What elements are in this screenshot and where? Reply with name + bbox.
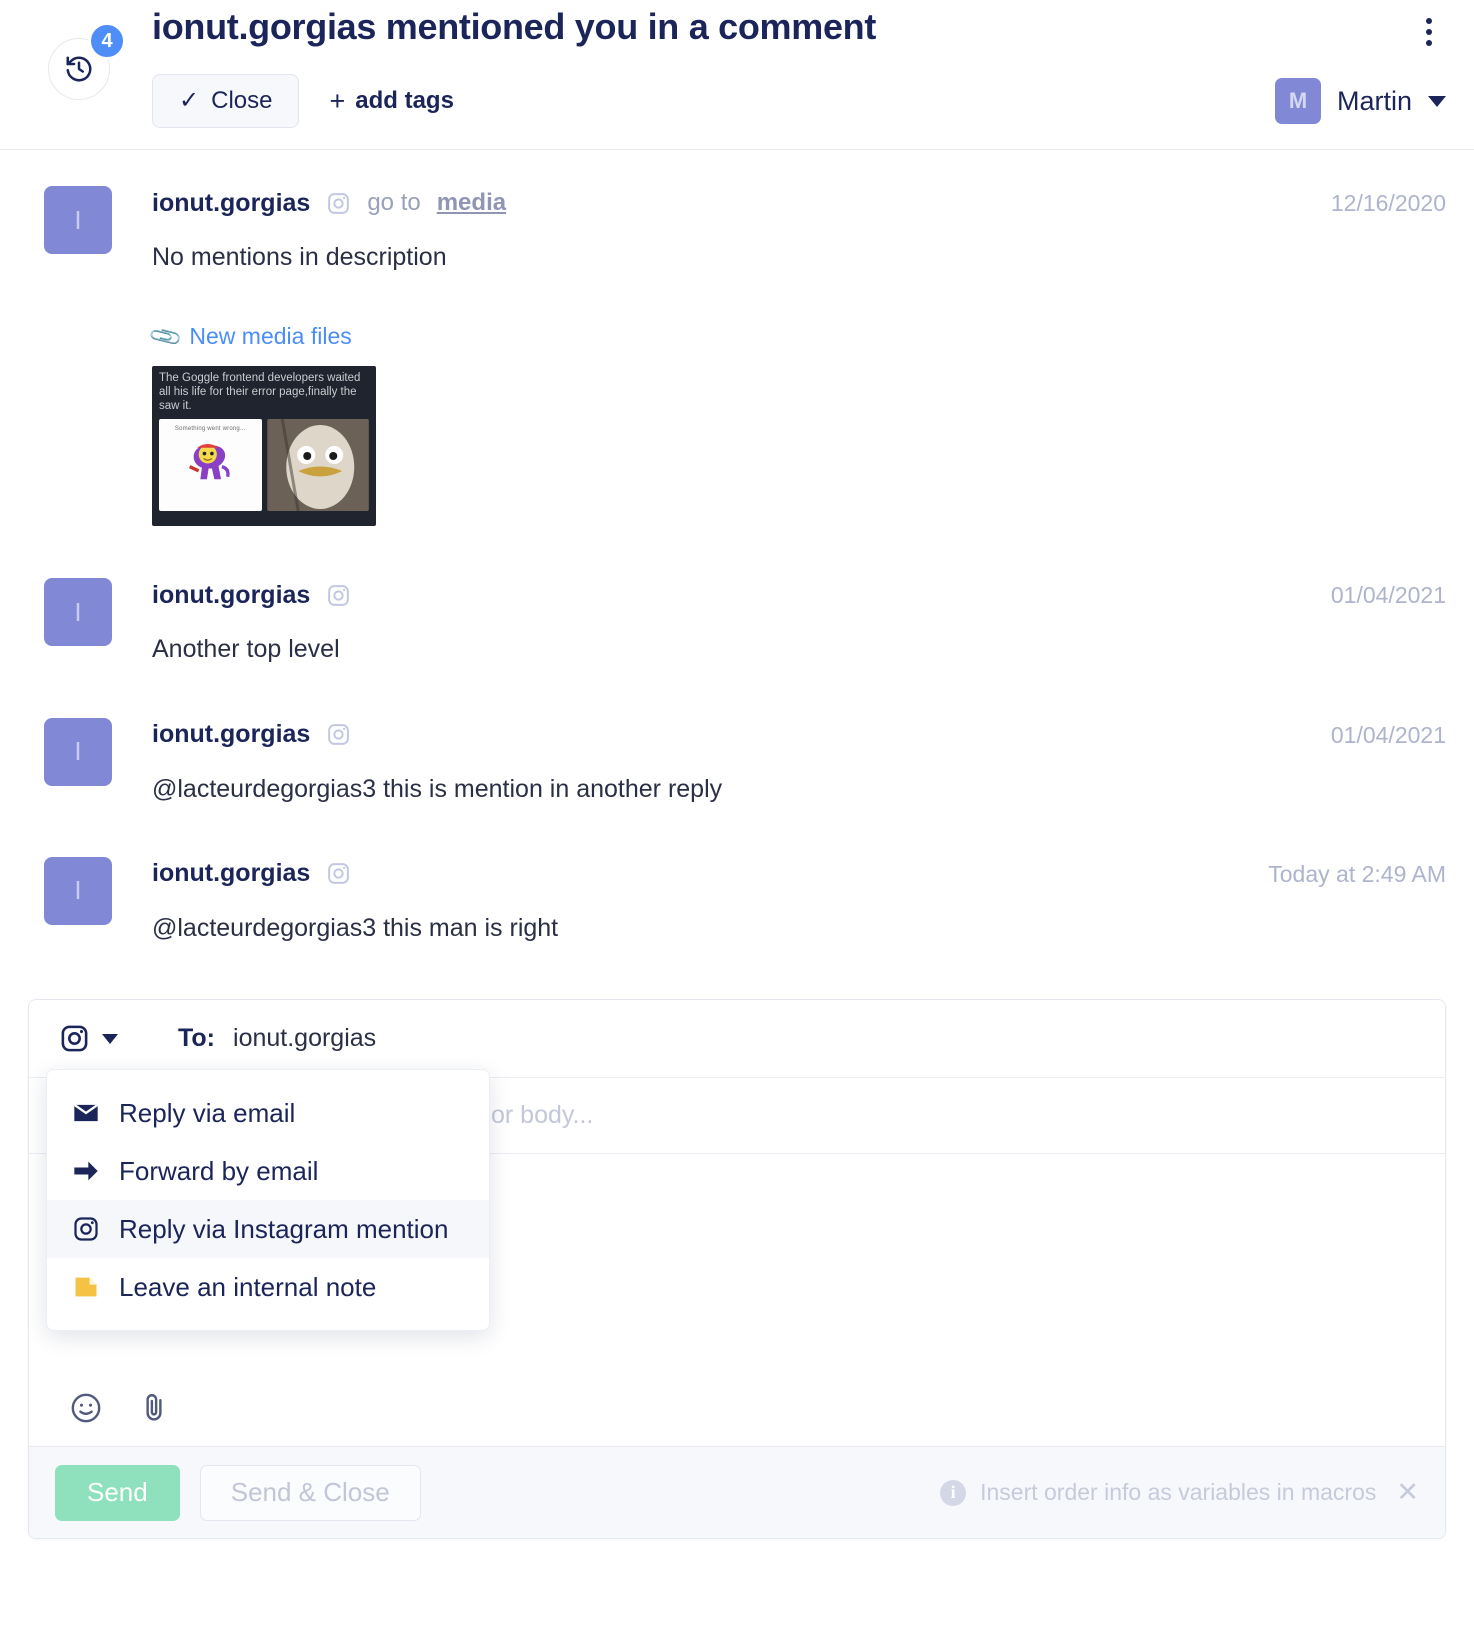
message-text: @lacteurdegorgias3 this man is right <box>152 913 559 942</box>
avatar: I <box>44 186 112 254</box>
menu-item-forward-by-email[interactable]: Forward by email <box>47 1142 489 1200</box>
message-text: Another top level <box>152 635 340 664</box>
emoji-smile-icon[interactable] <box>69 1391 103 1425</box>
penguin-photo-icon <box>267 419 368 512</box>
close-x-icon[interactable]: ✕ <box>1396 1477 1419 1508</box>
check-icon: ✓ <box>179 87 200 114</box>
monkey-illustration-icon <box>188 444 230 480</box>
message-item: I ionut.gorgias go to media No mentions … <box>0 150 1474 527</box>
chevron-down-icon <box>1428 95 1446 107</box>
composer-footer: Send Send & Close i Insert order info as… <box>29 1446 1445 1538</box>
chevron-down-icon <box>102 1033 118 1044</box>
avatar: I <box>44 717 112 786</box>
message-item: I ionut.gorgias @lacteurdegorgias3 this … <box>0 666 1474 805</box>
macros-hint-label: Insert order info as variables in macros <box>980 1479 1377 1505</box>
subject-input-placeholder: or body... <box>491 1101 594 1129</box>
thumbnail-panes: Something went wrong... <box>152 413 376 512</box>
message-text: No mentions in description <box>152 243 447 271</box>
message-header: ionut.gorgias <box>152 718 1446 752</box>
media-thumbnail[interactable]: The Goggle frontend developers waited al… <box>152 366 376 527</box>
thumbnail-pane-right <box>266 419 369 512</box>
message-timestamp: 01/04/2021 <box>1330 721 1446 748</box>
page-header: 4 ionut.gorgias mentioned you in a comme… <box>0 0 1474 150</box>
envelope-icon <box>71 1099 101 1127</box>
message-thread: I ionut.gorgias go to media No mentions … <box>0 150 1474 944</box>
composer-toolbar <box>29 1370 1445 1446</box>
close-button-label: Close <box>211 87 273 114</box>
to-label: To: <box>178 1024 216 1052</box>
info-icon: i <box>940 1479 967 1506</box>
new-media-files-link[interactable]: 📎 New media files <box>147 318 1446 354</box>
message-header: ionut.gorgias go to media <box>152 186 1446 220</box>
avatar: I <box>44 578 112 647</box>
note-icon <box>71 1273 101 1301</box>
instagram-icon <box>328 584 350 606</box>
header-actions: ✓ Close + add tags <box>152 74 462 128</box>
menu-item-label: Reply via email <box>119 1097 296 1128</box>
more-vertical-icon <box>1426 40 1432 46</box>
history-clock-icon <box>66 56 92 82</box>
page-title: ionut.gorgias mentioned you in a comment <box>152 6 877 47</box>
instagram-icon <box>71 1215 101 1243</box>
message-timestamp: 01/04/2021 <box>1330 582 1446 609</box>
add-tags-button[interactable]: + add tags <box>321 87 461 115</box>
message-author: ionut.gorgias <box>152 720 311 748</box>
composer-to-row: To: ionut.gorgias <box>29 1000 1445 1078</box>
channel-select-button[interactable] <box>59 1023 118 1054</box>
arrow-right-icon <box>71 1157 101 1185</box>
macros-hint: i Insert order info as variables in macr… <box>940 1477 1419 1508</box>
message-author: ionut.gorgias <box>152 859 311 888</box>
avatar: I <box>44 856 112 925</box>
goto-label: go to <box>367 189 421 216</box>
more-vertical-icon <box>1426 29 1432 35</box>
message-timestamp: 12/16/2020 <box>1330 190 1446 216</box>
send-and-close-button[interactable]: Send & Close <box>199 1464 421 1521</box>
history-count-badge: 4 <box>88 22 126 60</box>
message-author: ionut.gorgias <box>152 580 311 609</box>
to-recipient[interactable]: ionut.gorgias <box>233 1024 376 1053</box>
new-media-files-label: New media files <box>189 323 352 350</box>
message-text: @lacteurdegorgias3 this is mention in an… <box>152 774 723 803</box>
message-item: I ionut.gorgias Another top level 01/04/… <box>0 526 1474 665</box>
message-header: ionut.gorgias <box>152 578 1446 612</box>
avatar: M <box>1274 78 1321 124</box>
user-name: Martin <box>1336 85 1412 116</box>
send-button[interactable]: Send <box>55 1464 180 1521</box>
message-author: ionut.gorgias <box>152 188 311 217</box>
add-tags-label: add tags <box>355 87 454 114</box>
goto-media-link[interactable]: media <box>437 189 506 217</box>
thumbnail-caption: The Goggle frontend developers waited al… <box>159 372 361 413</box>
menu-item-leave-internal-note[interactable]: Leave an internal note <box>47 1258 489 1316</box>
user-menu[interactable]: M Martin <box>1274 78 1446 124</box>
instagram-icon <box>328 863 350 885</box>
paperclip-icon[interactable] <box>137 1391 171 1425</box>
message-item: I ionut.gorgias @lacteurdegorgias3 this … <box>0 805 1474 944</box>
menu-item-reply-via-instagram-mention[interactable]: Reply via Instagram mention <box>47 1200 489 1258</box>
menu-item-label: Forward by email <box>119 1155 319 1186</box>
menu-item-reply-via-email[interactable]: Reply via email <box>47 1084 489 1142</box>
instagram-icon <box>328 192 350 214</box>
paperclip-icon: 📎 <box>147 318 184 355</box>
message-header: ionut.gorgias <box>152 857 1446 891</box>
thumbnail-pane-left: Something went wrong... <box>159 419 262 512</box>
menu-item-label: Reply via Instagram mention <box>119 1213 449 1244</box>
close-button[interactable]: ✓ Close <box>152 74 300 128</box>
more-vertical-icon <box>1426 18 1432 24</box>
instagram-icon <box>328 724 350 745</box>
message-timestamp: Today at 2:49 AM <box>1268 860 1446 887</box>
menu-item-label: Leave an internal note <box>119 1271 377 1302</box>
plus-icon: + <box>329 85 346 116</box>
instagram-icon <box>61 1025 88 1052</box>
more-options-button[interactable] <box>1412 10 1446 54</box>
channel-dropdown-menu: Reply via email Forward by email Reply v… <box>46 1069 490 1331</box>
